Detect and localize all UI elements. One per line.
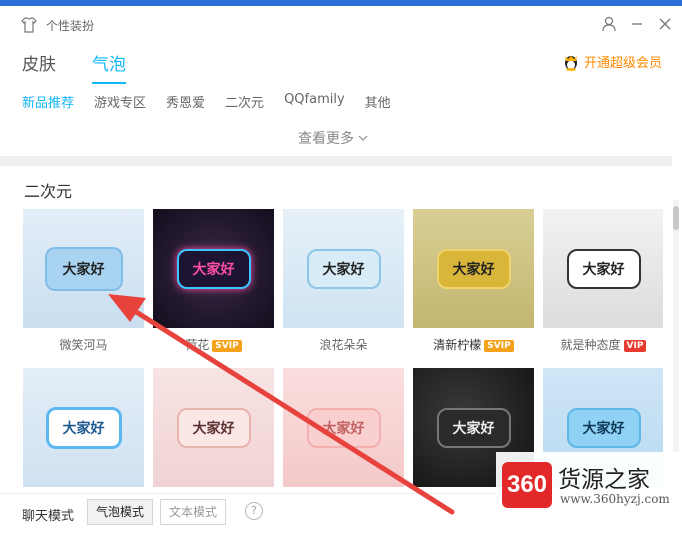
bubble-preview: 大家好	[283, 368, 404, 487]
bubble-text: 大家好	[176, 248, 251, 289]
category-anime[interactable]: 二次元	[225, 92, 264, 111]
watermark-logo: 360	[502, 462, 552, 508]
bubble-preview: 大家好	[413, 209, 534, 328]
text-mode-button[interactable]: 文本模式	[160, 499, 227, 525]
close-icon[interactable]	[654, 13, 676, 35]
bubble-card[interactable]: 大家好 浪花朵朵	[283, 209, 404, 352]
bubble-name: 浪花朵朵	[319, 338, 368, 352]
tab-bubble[interactable]: 气泡	[92, 50, 126, 84]
open-super-vip-link[interactable]: 开通超级会员	[562, 52, 662, 71]
bubble-card[interactable]: 大家好 荷花 SVIP	[153, 209, 274, 352]
bubble-card[interactable]: 大家好 微笑河马	[23, 209, 144, 352]
bubble-text: 大家好	[44, 246, 123, 291]
chat-mode-label: 聊天模式	[22, 509, 75, 524]
bubble-mode-button[interactable]: 气泡模式	[87, 499, 154, 525]
bubble-card[interactable]: 大家好	[23, 368, 144, 491]
watermark-title: 货源之家	[558, 467, 650, 493]
bubble-card[interactable]: 大家好	[153, 368, 274, 491]
tshirt-icon	[21, 17, 37, 33]
bubble-text: 大家好	[566, 407, 641, 448]
bubble-name: 荷花 SVIP	[153, 336, 274, 352]
bubble-preview: 大家好	[23, 368, 144, 487]
svip-badge: SVIP	[212, 340, 242, 352]
account-icon[interactable]	[598, 13, 620, 35]
bubble-name: 清新柠檬 SVIP	[413, 336, 534, 352]
section-divider	[0, 156, 672, 166]
bubble-text: 大家好	[45, 406, 122, 449]
bubble-text: 大家好	[306, 407, 381, 448]
chevron-down-icon	[358, 135, 368, 141]
category-qqfamily[interactable]: QQfamily	[284, 92, 345, 111]
category-other[interactable]: 其他	[365, 92, 391, 111]
bubble-preview: 大家好	[543, 209, 663, 328]
view-more-button[interactable]: 查看更多	[298, 128, 368, 148]
bubble-preview: 大家好	[23, 209, 144, 328]
vip-link-label: 开通超级会员	[583, 56, 662, 71]
qq-penguin-icon	[564, 55, 577, 71]
tab-skin[interactable]: 皮肤	[22, 50, 56, 78]
vip-badge: VIP	[623, 340, 647, 352]
bubble-preview: 大家好	[283, 209, 404, 328]
bubble-preview: 大家好	[153, 209, 274, 328]
help-icon[interactable]: ?	[245, 502, 263, 520]
section-title: 二次元	[24, 182, 73, 201]
window-title: 个性装扮	[46, 19, 95, 33]
watermark-url: www.360hyzj.com	[560, 492, 670, 506]
bubble-grid: 大家好 微笑河马 大家好 荷花 SVIP 大家好 浪花朵朵 大家好 清新柠檬 SVI…	[23, 209, 663, 491]
category-new[interactable]: 新品推荐	[22, 92, 74, 111]
bubble-text: 大家好	[306, 248, 381, 289]
bubble-name: 就是种态度 VIP	[543, 336, 663, 352]
category-love[interactable]: 秀恩爱	[166, 92, 205, 111]
category-nav: 新品推荐 游戏专区 秀恩爱 二次元 QQfamily 其他	[22, 92, 391, 111]
bubble-text: 大家好	[566, 248, 641, 289]
bubble-text: 大家好	[436, 248, 511, 289]
category-games[interactable]: 游戏专区	[94, 92, 146, 111]
bubble-text: 大家好	[176, 407, 251, 448]
view-more-label: 查看更多	[298, 131, 354, 147]
bubble-card[interactable]: 大家好 清新柠檬 SVIP	[413, 209, 534, 352]
bubble-preview: 大家好	[153, 368, 274, 487]
watermark: 360 货源之家 www.360hyzj.com	[496, 452, 682, 520]
svip-badge: SVIP	[484, 340, 514, 352]
bubble-card[interactable]: 大家好 就是种态度 VIP	[543, 209, 663, 352]
bubble-text: 大家好	[436, 407, 511, 448]
scrollbar-thumb[interactable]	[673, 206, 679, 230]
main-tabs: 皮肤 气泡	[22, 50, 126, 84]
title-bar: 个性装扮	[0, 6, 682, 42]
minimize-icon[interactable]	[626, 13, 648, 35]
bubble-name: 微笑河马	[59, 338, 108, 352]
bubble-card[interactable]: 大家好	[283, 368, 404, 491]
